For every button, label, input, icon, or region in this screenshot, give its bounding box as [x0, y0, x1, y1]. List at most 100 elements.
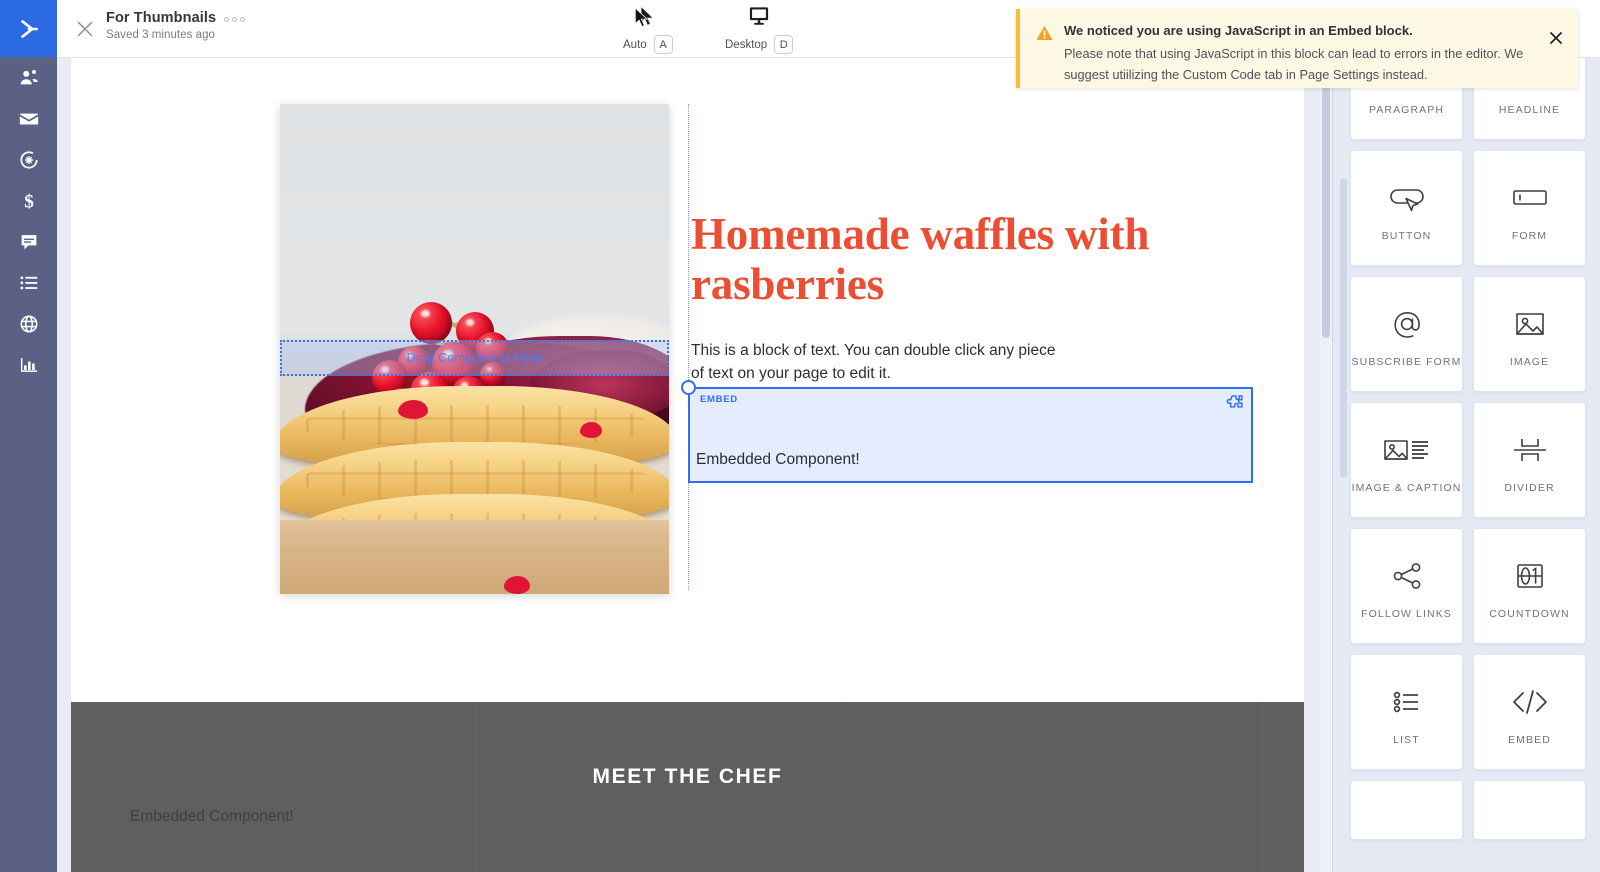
list-lines-icon [19, 275, 37, 289]
hero-image-block[interactable]: Drop Components Here [280, 104, 669, 594]
document-meta: For Thumbnails Saved 3 minutes ago [106, 10, 246, 41]
sidebar-item-lists[interactable] [0, 262, 57, 303]
button-click-icon [1383, 173, 1431, 223]
component-label: COUNTDOWN [1489, 608, 1570, 620]
svg-text:$: $ [24, 191, 34, 212]
app-logo[interactable] [0, 0, 57, 57]
view-mode-auto-row: Auto A [623, 35, 673, 54]
hero-headline[interactable]: Homemade waffles with rasberries [691, 209, 1171, 309]
component-label: FOLLOW LINKS [1361, 608, 1452, 620]
desktop-monitor-icon [748, 4, 770, 28]
chef-embed-text: Embedded Component! [130, 808, 294, 825]
panel-scrollbar-thumb[interactable] [1340, 178, 1347, 478]
editor-canvas[interactable]: Drop Components Here Homemade waffles wi… [57, 58, 1332, 872]
conversations-chat-icon [21, 234, 36, 249]
component-tile-countdown[interactable]: COUNTDOWN [1473, 528, 1586, 644]
component-label: IMAGE & CAPTION [1351, 482, 1462, 494]
countdown-01-icon [1508, 551, 1552, 601]
component-tile-list[interactable]: LIST [1350, 654, 1463, 770]
canvas-scrollbar-thumb[interactable] [1322, 58, 1330, 338]
globe-icon [20, 315, 37, 332]
close-x-icon [77, 21, 93, 37]
component-tile-image-caption[interactable]: IMAGE & CAPTION [1350, 402, 1463, 518]
component-tile-image[interactable]: IMAGE [1473, 276, 1586, 392]
chef-section-title: MEET THE CHEF [592, 765, 783, 788]
notification-description: Please note that using JavaScript in thi… [1064, 46, 1524, 82]
berry-petal-3 [398, 400, 428, 419]
puzzle-piece-icon[interactable] [1223, 393, 1245, 415]
canvas-scrollbar-track[interactable] [1320, 58, 1332, 872]
component-label: EMBED [1508, 734, 1551, 746]
document-title-row: For Thumbnails [106, 10, 246, 26]
sidebar-item-website[interactable] [0, 303, 57, 344]
component-label: SUBSCRIBE FORM [1351, 356, 1462, 368]
form-input-icon [1506, 173, 1554, 223]
saved-status: Saved 3 minutes ago [106, 29, 215, 41]
panel-scrollbar-track[interactable] [1336, 58, 1347, 872]
notification-close-button[interactable] [1548, 30, 1564, 46]
view-mode-desktop-label: Desktop [725, 38, 768, 51]
bullet-list-icon [1385, 677, 1429, 727]
hero-paragraph[interactable]: This is a block of text. You can double … [691, 339, 1061, 385]
view-mode-auto[interactable]: Auto A [623, 4, 673, 54]
component-label: FORM [1511, 230, 1548, 242]
bar-chart-icon [20, 357, 37, 372]
component-label: IMAGE [1509, 356, 1550, 368]
view-mode-desktop-row: Desktop D [725, 35, 794, 54]
component-tile-divider[interactable]: DIVIDER [1473, 402, 1586, 518]
javascript-warning-notification: We noticed you are using JavaScript in a… [1016, 9, 1578, 88]
column-guide-line [688, 104, 689, 590]
component-label: DIVIDER [1504, 482, 1555, 494]
sidebar-item-reports[interactable] [0, 344, 57, 385]
dollar-sign-icon: $ [24, 191, 34, 212]
component-tile-subscribe-form[interactable]: SUBSCRIBE FORM [1350, 276, 1463, 392]
view-mode-desktop[interactable]: Desktop D [725, 4, 794, 54]
cursor-arrow-icon [640, 4, 655, 28]
close-editor-button[interactable] [73, 17, 97, 41]
sidebar-item-contacts[interactable] [0, 57, 57, 98]
embed-block-selected[interactable]: EMBED Embedded Component! [681, 380, 1253, 483]
page-preview[interactable]: Drop Components Here Homemade waffles wi… [71, 58, 1304, 872]
at-sign-icon [1386, 299, 1428, 349]
sidebar-item-conversations[interactable] [0, 221, 57, 262]
component-tile-placeholder[interactable] [1473, 780, 1586, 840]
embed-block-content: Embedded Component! [696, 451, 860, 468]
chevron-double-right-logo-icon [20, 19, 38, 38]
component-tile-button[interactable]: BUTTON [1350, 150, 1463, 266]
page-builder-app: $ For Thumbnails Saved 3 minutes ago Aut… [0, 0, 1600, 872]
ellipsis-icon[interactable] [224, 15, 246, 22]
image-picture-icon [1509, 299, 1551, 349]
component-tile-form[interactable]: FORM [1473, 150, 1586, 266]
automation-gear-icon [19, 150, 38, 168]
component-label: BUTTON [1381, 230, 1432, 242]
component-label: LIST [1393, 734, 1420, 746]
envelope-icon [19, 113, 38, 124]
warning-triangle-icon [1036, 25, 1054, 88]
component-label: PARAGRAPH [1368, 104, 1445, 116]
share-nodes-icon [1385, 551, 1429, 601]
drop-components-label: Drop Components Here [406, 351, 543, 365]
meet-the-chef-section[interactable]: MEET THE CHEF Embedded Component! [71, 702, 1304, 872]
image-caption-icon [1380, 425, 1434, 475]
wood-board [280, 520, 669, 594]
page-title: For Thumbnails [106, 10, 217, 26]
component-tile-placeholder[interactable] [1350, 780, 1463, 840]
divider-icon [1507, 425, 1553, 475]
resize-handle-icon[interactable] [681, 380, 696, 395]
notification-body: We noticed you are using JavaScript in a… [1064, 23, 1534, 88]
berry-petal-1 [504, 576, 530, 594]
sidebar-item-automations[interactable] [0, 139, 57, 180]
component-label: HEADLINE [1498, 104, 1561, 116]
close-x-icon [1549, 31, 1563, 45]
sidebar-item-deals[interactable]: $ [0, 180, 57, 221]
component-tile-embed[interactable]: EMBED [1473, 654, 1586, 770]
drop-components-zone[interactable]: Drop Components Here [280, 340, 669, 376]
notification-title: We noticed you are using JavaScript in a… [1064, 23, 1413, 38]
component-tile-follow-links[interactable]: FOLLOW LINKS [1350, 528, 1463, 644]
code-brackets-icon [1506, 677, 1554, 727]
components-grid: PARAGRAPH HEADLINE BUTTON FORM SUBSCRIBE… [1350, 24, 1586, 840]
embed-badge-label: EMBED [700, 394, 738, 405]
view-mode-auto-label: Auto [623, 38, 647, 51]
berry-petal-2 [580, 422, 602, 438]
sidebar-item-campaigns[interactable] [0, 98, 57, 139]
